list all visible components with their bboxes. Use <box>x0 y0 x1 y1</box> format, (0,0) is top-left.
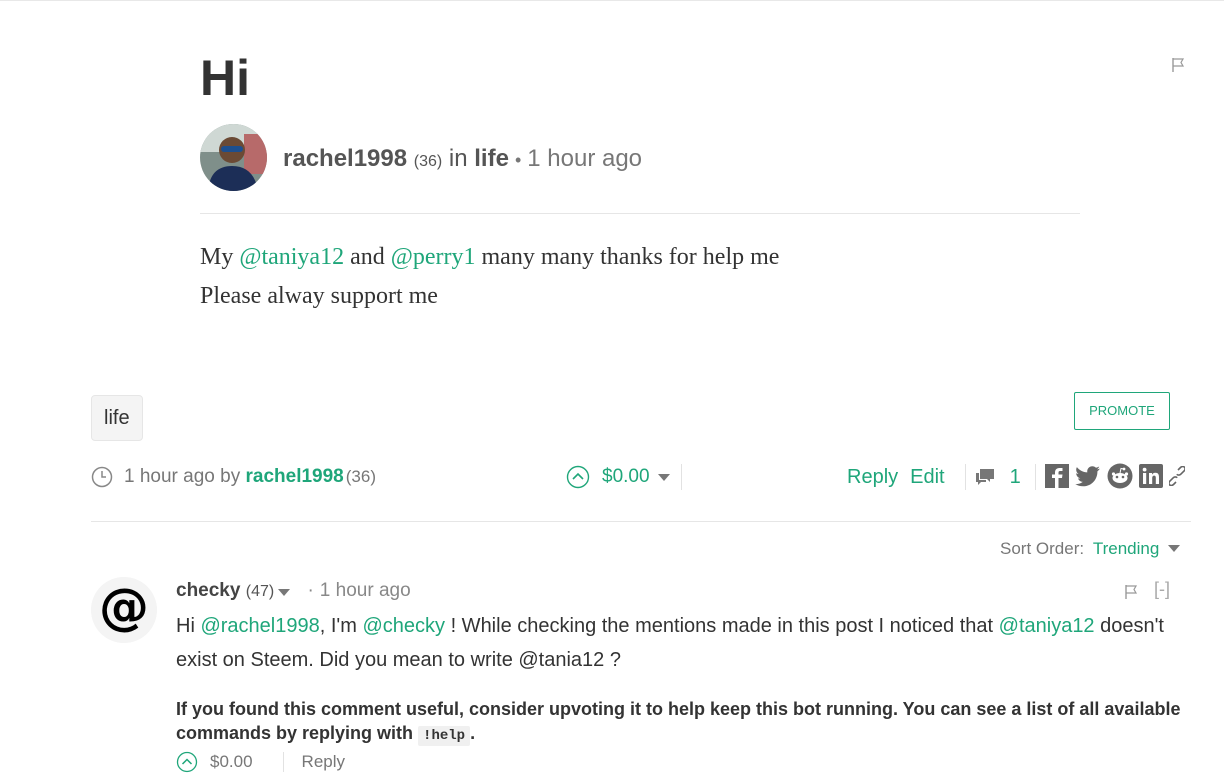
post-divider <box>200 213 1080 214</box>
body-text: many many thanks for help me <box>475 244 780 270</box>
sort-value[interactable]: Trending <box>1093 539 1159 558</box>
payout-amount[interactable]: $0.00 <box>602 466 650 488</box>
share-bar <box>1045 463 1191 489</box>
mention-link[interactable]: @rachel1998 <box>200 615 319 637</box>
link-icon[interactable] <box>1169 466 1185 486</box>
comment-icon[interactable] <box>974 467 996 487</box>
post-footer-meta: 1 hour ago by rachel1998 (36) <box>91 462 376 492</box>
mention-link[interactable]: @checky <box>362 615 445 637</box>
mention-link[interactable]: @taniya12 <box>999 615 1095 637</box>
body-text: and <box>344 244 391 270</box>
footer-by: by <box>220 466 241 487</box>
category-link[interactable]: life <box>474 145 509 172</box>
post-byline: rachel1998 (36) in life • 1 hour ago <box>283 142 642 179</box>
footer-time[interactable]: 1 hour ago <box>124 462 215 492</box>
reddit-icon[interactable] <box>1107 463 1133 489</box>
comment-bot-note: If you found this comment useful, consid… <box>176 697 1186 748</box>
body-text: My <box>200 244 240 270</box>
footer-author-link[interactable]: rachel1998 <box>246 462 344 492</box>
vertical-divider <box>1034 464 1036 490</box>
collapse-toggle[interactable]: [-] <box>1154 579 1170 600</box>
flag-icon[interactable] <box>1123 584 1139 600</box>
comment-text: , I'm <box>319 615 363 637</box>
clock-icon <box>91 466 113 488</box>
caret-down-icon[interactable] <box>278 589 291 596</box>
vertical-divider <box>964 464 966 490</box>
mention-link[interactable]: @perry1 <box>391 244 476 270</box>
upvote-icon[interactable] <box>176 751 198 773</box>
twitter-icon[interactable] <box>1075 464 1101 488</box>
caret-down-icon[interactable] <box>657 473 670 481</box>
note-text: If you found this comment useful, consid… <box>176 699 1181 743</box>
comment-reply-link[interactable]: Reply <box>302 752 345 772</box>
post-body: My @taniya12 and @perry1 many many thank… <box>200 238 779 316</box>
comment-text: ! While checking the mentions made in th… <box>445 615 999 637</box>
upvote-icon[interactable] <box>566 465 590 489</box>
comment-header: checky (47) · 1 hour ago <box>176 578 411 605</box>
commenter-reputation: (47) <box>245 583 275 600</box>
commenter-name[interactable]: checky <box>176 580 240 601</box>
linkedin-icon[interactable] <box>1139 464 1163 488</box>
facebook-icon[interactable] <box>1045 464 1069 488</box>
post-actions: Reply Edit 1 <box>847 462 1044 492</box>
post-body-line-1: My @taniya12 and @perry1 many many thank… <box>200 238 779 277</box>
footer-author-reputation: (36) <box>345 467 376 486</box>
comment-footer: $0.00 Reply <box>176 751 345 773</box>
author-link[interactable]: rachel1998 <box>283 145 407 172</box>
caret-down-icon[interactable] <box>1168 544 1181 552</box>
comment-body: Hi @rachel1998, I'm @checky ! While chec… <box>176 609 1186 677</box>
help-command-code: !help <box>418 726 471 746</box>
svg-text:@: @ <box>99 578 149 636</box>
promote-button[interactable]: PROMOTE <box>1074 392 1170 430</box>
vote-widget: $0.00 <box>566 462 670 492</box>
comment-text: Hi <box>176 615 201 637</box>
sort-label: Sort Order: <box>1000 539 1085 558</box>
comment-count[interactable]: 1 <box>1010 466 1021 489</box>
flag-icon[interactable] <box>1170 57 1186 73</box>
reply-link[interactable]: Reply <box>847 466 898 489</box>
post-body-line-2: Please alway support me <box>200 283 438 309</box>
sort-order[interactable]: Sort Order: Trending <box>1000 538 1181 560</box>
vertical-divider <box>282 752 284 772</box>
top-divider <box>0 0 1224 1</box>
post-time[interactable]: 1 hour ago <box>527 145 642 172</box>
vertical-divider <box>681 464 682 490</box>
separator-dot: · <box>307 580 314 601</box>
mention-link[interactable]: @taniya12 <box>239 244 344 270</box>
author-reputation: (36) <box>413 153 443 170</box>
footer-divider <box>91 521 1191 522</box>
note-end: . <box>470 723 476 743</box>
edit-link[interactable]: Edit <box>910 466 944 489</box>
in-label: in <box>448 145 468 172</box>
commenter-avatar[interactable]: @ <box>91 577 157 643</box>
comment-time[interactable]: 1 hour ago <box>320 580 411 601</box>
post-title: Hi <box>200 50 250 106</box>
separator-dot: • <box>514 150 522 170</box>
comment-payout[interactable]: $0.00 <box>210 752 253 772</box>
author-avatar[interactable] <box>200 124 267 191</box>
tag-life[interactable]: life <box>91 395 143 441</box>
